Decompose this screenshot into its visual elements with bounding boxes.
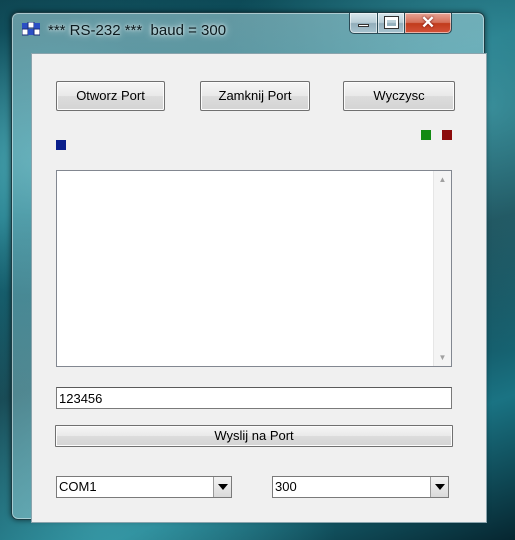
chevron-down-icon bbox=[218, 484, 228, 490]
open-port-button[interactable]: Otworz Port bbox=[56, 81, 165, 111]
clear-button[interactable]: Wyczysc bbox=[343, 81, 455, 111]
close-icon: ✕ bbox=[420, 13, 436, 32]
client-area: Otworz Port Zamknij Port Wyczysc ▲ ▼ Wys… bbox=[31, 53, 487, 523]
log-scrollbar[interactable]: ▲ ▼ bbox=[433, 171, 451, 366]
minimize-button[interactable] bbox=[349, 13, 378, 34]
close-window-button[interactable]: ✕ bbox=[404, 13, 452, 34]
scroll-up-icon[interactable]: ▲ bbox=[434, 171, 451, 188]
minimize-icon bbox=[358, 24, 369, 27]
window-title: *** RS-232 *** baud = 300 bbox=[48, 22, 227, 39]
close-port-button[interactable]: Zamknij Port bbox=[200, 81, 310, 111]
status-indicator-green bbox=[421, 130, 431, 140]
message-input[interactable] bbox=[56, 387, 452, 409]
status-indicator-red bbox=[442, 130, 452, 140]
baud-dropdown-button[interactable] bbox=[430, 477, 448, 497]
port-dropdown-button[interactable] bbox=[213, 477, 231, 497]
title-bar[interactable]: *** RS-232 *** baud = 300 ✕ bbox=[12, 13, 484, 43]
send-to-port-button[interactable]: Wyslij na Port bbox=[55, 425, 453, 447]
app-icon bbox=[22, 22, 40, 36]
port-select[interactable]: COM1 bbox=[56, 476, 232, 498]
port-select-value: COM1 bbox=[59, 479, 97, 494]
status-indicator-blue bbox=[56, 140, 66, 150]
baud-select[interactable]: 300 bbox=[272, 476, 449, 498]
chevron-down-icon bbox=[435, 484, 445, 490]
maximize-button[interactable] bbox=[377, 13, 405, 34]
baud-select-value: 300 bbox=[275, 479, 297, 494]
scroll-down-icon[interactable]: ▼ bbox=[434, 349, 451, 366]
app-window: *** RS-232 *** baud = 300 ✕ Otworz Port … bbox=[11, 12, 487, 523]
receive-log[interactable]: ▲ ▼ bbox=[56, 170, 452, 367]
maximize-icon bbox=[384, 16, 399, 29]
